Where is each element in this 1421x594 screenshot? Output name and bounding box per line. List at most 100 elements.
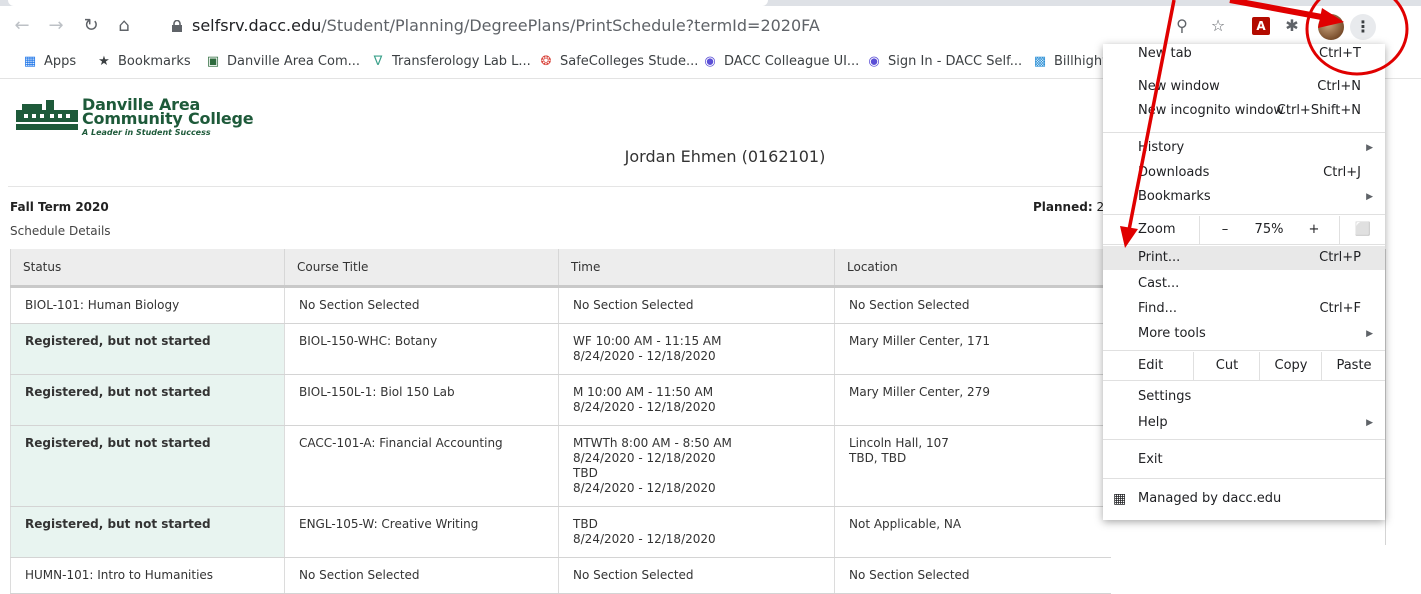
menu-item-exit[interactable]: Exit <box>1103 448 1385 472</box>
location-line: No Section Selected <box>849 568 970 582</box>
colleague-icon: ◉ <box>704 54 716 69</box>
zoom-value: 75% <box>1254 222 1284 237</box>
bookmark-apps[interactable]: ▦ Apps <box>22 54 76 70</box>
table-row: Registered, but not started CACC-101-A: F… <box>10 425 1111 507</box>
location-cell: Lincoln Hall, 107 TBD, TBD <box>834 425 1111 507</box>
location-cell: No Section Selected <box>834 286 1111 324</box>
adobe-pdf-icon[interactable]: A <box>1252 17 1270 35</box>
bookmark-safecolleges[interactable]: ❂ SafeColleges Stude... <box>538 54 699 70</box>
bookmark-transferology[interactable]: ∇ Transferology Lab L... <box>370 54 531 70</box>
student-name: Jordan Ehmen (0162101) <box>624 147 826 166</box>
copy-button[interactable]: Copy <box>1259 352 1322 380</box>
schedule-details-heading: Schedule Details <box>10 224 111 238</box>
status-cell: BIOL-101: Human Biology <box>10 286 285 324</box>
lock-icon <box>172 20 182 32</box>
zoom-indicator-icon[interactable]: ⚲ <box>1170 14 1194 38</box>
extensions-puzzle-icon[interactable]: ✱ <box>1280 14 1304 38</box>
building-icon: ▦ <box>1113 491 1127 507</box>
menu-separator <box>1103 478 1385 479</box>
paste-button[interactable]: Paste <box>1321 352 1386 380</box>
schedule-table-body: BIOL-101: Human Biology No Section Select… <box>10 286 1111 594</box>
menu-item-find[interactable]: Find... Ctrl+F <box>1103 297 1385 321</box>
zoom-label: Zoom <box>1138 222 1176 237</box>
planned-credits: Planned: 22 <box>1033 200 1112 214</box>
menu-item-settings[interactable]: Settings <box>1103 385 1385 409</box>
chrome-menu-icon[interactable]: ⋮ <box>1350 14 1376 40</box>
bookmark-bookmarks[interactable]: ★ Bookmarks <box>96 54 190 70</box>
zoom-out-button[interactable]: – <box>1199 216 1250 244</box>
menu-item-print[interactable]: Print... Ctrl+P <box>1103 246 1385 270</box>
bookmark-billhighway[interactable]: ▩ Billhighw <box>1032 54 1113 70</box>
college-tagline: A Leader in Student Success <box>82 128 211 137</box>
chrome-main-menu: New tab Ctrl+T New window Ctrl+N New incog… <box>1103 44 1385 520</box>
forward-icon[interactable]: → <box>44 14 68 38</box>
table-header-row: Status Course Title Time Location <box>10 249 1111 288</box>
menu-item-history[interactable]: History ▶ <box>1103 136 1385 160</box>
home-icon[interactable]: ⌂ <box>112 14 136 38</box>
college-logo[interactable]: Danville Area Community College A Leader … <box>16 95 286 137</box>
submenu-arrow-icon: ▶ <box>1366 192 1373 202</box>
location-cell: Mary Miller Center, 171 <box>834 323 1111 375</box>
time-line: TBD <box>573 517 598 531</box>
location-line: Mary Miller Center, 279 <box>849 385 990 399</box>
bookmark-signin[interactable]: ◉ Sign In - DACC Self... <box>866 54 1022 70</box>
menu-separator <box>1103 214 1385 215</box>
time-cell: No Section Selected <box>558 286 835 324</box>
status-cell: Registered, but not started <box>10 374 285 426</box>
time-line: MTWTh 8:00 AM - 8:50 AM <box>573 436 732 450</box>
location-cell: No Section Selected <box>834 557 1111 594</box>
url-path: /Student/Planning/DegreePlans/PrintSched… <box>321 16 820 35</box>
time-line: No Section Selected <box>573 568 694 582</box>
menu-separator <box>1103 350 1385 351</box>
menu-item-more-tools[interactable]: More tools ▶ <box>1103 322 1385 346</box>
bookmark-danville[interactable]: ▣ Danville Area Com... <box>205 54 360 70</box>
menu-item-bookmarks[interactable]: Bookmarks ▶ <box>1103 185 1385 209</box>
time-line: 8/24/2020 - 12/18/2020 <box>573 481 716 495</box>
menu-item-downloads[interactable]: Downloads Ctrl+J <box>1103 161 1385 185</box>
menu-item-new-tab[interactable]: New tab Ctrl+T <box>1103 42 1385 66</box>
time-line: WF 10:00 AM - 11:15 AM <box>573 334 722 348</box>
bookmark-star-icon[interactable]: ☆ <box>1206 14 1230 38</box>
table-row: Registered, but not started BIOL-150-WHC:… <box>10 323 1111 375</box>
menu-item-managed[interactable]: ▦ Managed by dacc.edu <box>1103 487 1385 511</box>
address-bar[interactable]: selfsrv.dacc.edu/Student/Planning/Degree… <box>172 10 1172 42</box>
status-cell: Registered, but not started <box>10 506 285 558</box>
menu-item-new-incognito-window[interactable]: New incognito window Ctrl+Shift+N <box>1103 99 1385 123</box>
location-cell: Not Applicable, NA <box>834 506 1111 558</box>
fullscreen-icon[interactable]: ⬜ <box>1339 216 1386 244</box>
menu-separator <box>1103 132 1385 133</box>
column-header-status: Status <box>10 249 285 288</box>
zoom-in-button[interactable]: + <box>1289 216 1339 244</box>
time-line: 8/24/2020 - 12/18/2020 <box>573 532 716 546</box>
college-icon: ▣ <box>206 54 220 69</box>
status-cell: HUMN-101: Intro to Humanities <box>10 557 285 594</box>
profile-avatar[interactable] <box>1318 14 1344 40</box>
menu-zoom-row: Zoom – 75% + ⬜ <box>1103 216 1385 244</box>
back-icon[interactable]: ← <box>10 14 34 38</box>
column-header-course-title: Course Title <box>284 249 559 288</box>
time-cell: M 10:00 AM - 11:50 AM 8/24/2020 - 12/18/2… <box>558 374 835 426</box>
table-row: BIOL-101: Human Biology No Section Select… <box>10 286 1111 324</box>
course-title-cell: ENGL-105-W: Creative Writing <box>284 506 559 558</box>
submenu-arrow-icon: ▶ <box>1366 418 1373 428</box>
college-name: Danville Area Community College <box>82 95 254 128</box>
browser-toolbar: ← → ↻ ⌂ selfsrv.dacc.edu/Student/Plannin… <box>0 6 1421 46</box>
menu-separator <box>1103 244 1385 245</box>
divider <box>8 186 1102 187</box>
location-cell: Mary Miller Center, 279 <box>834 374 1111 426</box>
reload-icon[interactable]: ↻ <box>79 14 103 38</box>
table-row: HUMN-101: Intro to Humanities No Section … <box>10 557 1111 594</box>
star-icon: ★ <box>98 54 110 69</box>
lifebuoy-icon: ❂ <box>540 54 552 69</box>
menu-item-new-window[interactable]: New window Ctrl+N <box>1103 75 1385 99</box>
menu-edit-row: Edit Cut Copy Paste <box>1103 352 1385 380</box>
cut-button[interactable]: Cut <box>1193 352 1260 380</box>
bookmark-colleague[interactable]: ◉ DACC Colleague UI... <box>702 54 859 70</box>
menu-item-cast[interactable]: Cast... <box>1103 272 1385 296</box>
time-cell: MTWTh 8:00 AM - 8:50 AM 8/24/2020 - 12/18… <box>558 425 835 507</box>
column-header-location: Location <box>834 249 1111 288</box>
time-line: No Section Selected <box>573 298 694 312</box>
location-line: Mary Miller Center, 171 <box>849 334 990 348</box>
menu-item-help[interactable]: Help ▶ <box>1103 411 1385 435</box>
time-cell: TBD 8/24/2020 - 12/18/2020 <box>558 506 835 558</box>
